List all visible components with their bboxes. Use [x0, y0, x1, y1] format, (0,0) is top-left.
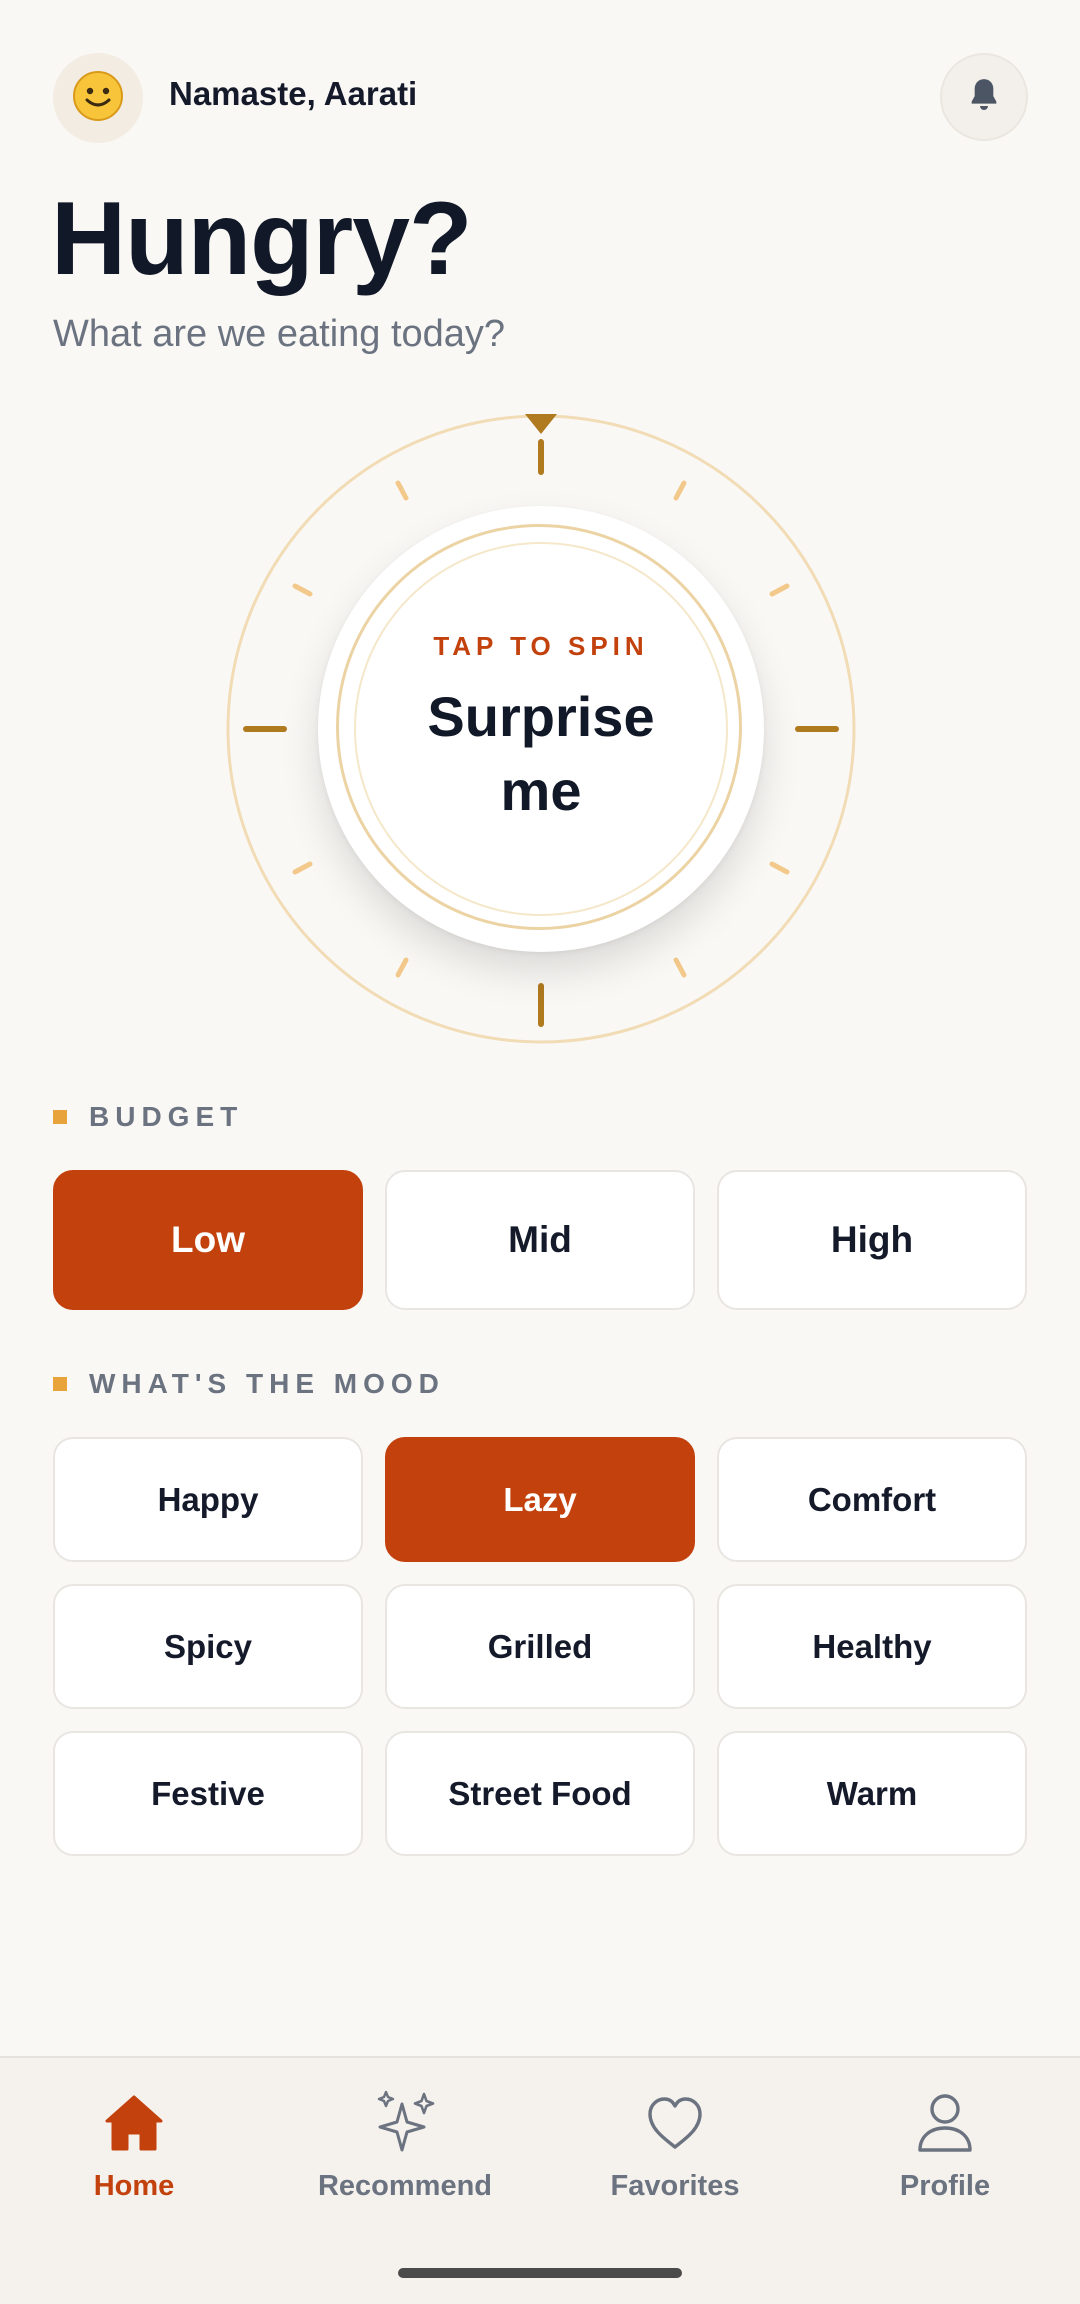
budget-option-label: High	[830, 1219, 914, 1260]
mood-option-festive[interactable]: Festive	[53, 1731, 363, 1856]
nav-profile[interactable]: Profile	[835, 2088, 1055, 2218]
mood-option-label: Warm	[826, 1774, 918, 1812]
mood-option-label: Festive	[151, 1774, 265, 1812]
budget-option-high[interactable]: High	[717, 1170, 1027, 1310]
nav-home[interactable]: Home	[24, 2088, 244, 2218]
budget-label-text: BUDGET	[89, 1101, 244, 1132]
mood-option-comfort[interactable]: Comfort	[717, 1437, 1027, 1562]
mood-option-label: Lazy	[503, 1480, 577, 1518]
avatar[interactable]	[53, 53, 143, 143]
tap-to-spin-label: TAP TO SPIN	[433, 630, 649, 661]
nav-favorites-label: Favorites	[610, 2170, 740, 2202]
budget-option-mid[interactable]: Mid	[385, 1170, 695, 1310]
heart-icon	[640, 2088, 710, 2158]
spin-text: TAP TO SPIN Surprise me	[411, 631, 671, 828]
mood-section-label: WHAT'S THE MOOD	[53, 1368, 445, 1400]
mood-option-label: Spicy	[163, 1627, 253, 1665]
nav-recommend-label: Recommend	[317, 2170, 493, 2202]
budget-option-low[interactable]: Low	[53, 1170, 363, 1310]
nav-favorites[interactable]: Favorites	[565, 2088, 785, 2218]
page-title: Hungry?	[51, 181, 473, 297]
nav-profile-label: Profile	[899, 2170, 991, 2202]
greeting-text: Namaste, Aarati	[169, 75, 418, 112]
section-marker-icon	[53, 1377, 67, 1391]
sparkles-icon	[370, 2088, 440, 2158]
surprise-me-button[interactable]: TAP TO SPIN Surprise me	[318, 506, 764, 952]
mood-option-grilled[interactable]: Grilled	[385, 1584, 695, 1709]
smiley-avatar-icon	[72, 70, 124, 127]
mood-option-label: Healthy	[812, 1627, 932, 1665]
mood-option-street-food[interactable]: Street Food	[385, 1731, 695, 1856]
mood-option-label: Street Food	[448, 1774, 632, 1812]
home-indicator[interactable]	[398, 2268, 682, 2278]
header: Namaste, Aarati	[53, 53, 1028, 143]
page-subtitle: What are we eating today?	[53, 313, 506, 355]
bell-icon	[964, 75, 1004, 120]
mood-option-healthy[interactable]: Healthy	[717, 1584, 1027, 1709]
mood-option-lazy[interactable]: Lazy	[385, 1437, 695, 1562]
user-icon	[910, 2088, 980, 2158]
home-icon	[99, 2088, 169, 2158]
surprise-me-label: Surprise me	[427, 684, 655, 822]
mood-option-happy[interactable]: Happy	[53, 1437, 363, 1562]
mood-option-label: Grilled	[487, 1627, 593, 1665]
notifications-button[interactable]	[940, 53, 1028, 141]
mood-option-spicy[interactable]: Spicy	[53, 1584, 363, 1709]
mood-label-text: WHAT'S THE MOOD	[89, 1368, 445, 1399]
mood-option-label: Happy	[157, 1480, 259, 1518]
nav-home-label: Home	[93, 2170, 175, 2202]
bottom-nav: Home Recommend Favorites Profile	[0, 2056, 1080, 2304]
budget-section-label: BUDGET	[53, 1101, 243, 1133]
mood-option-warm[interactable]: Warm	[717, 1731, 1027, 1856]
budget-option-label: Low	[171, 1219, 245, 1260]
mood-option-label: Comfort	[807, 1480, 937, 1518]
nav-recommend[interactable]: Recommend	[295, 2088, 515, 2218]
spin-dial: TAP TO SPIN Surprise me	[226, 414, 856, 1044]
budget-option-label: Mid	[508, 1219, 572, 1260]
section-marker-icon	[53, 1110, 67, 1124]
